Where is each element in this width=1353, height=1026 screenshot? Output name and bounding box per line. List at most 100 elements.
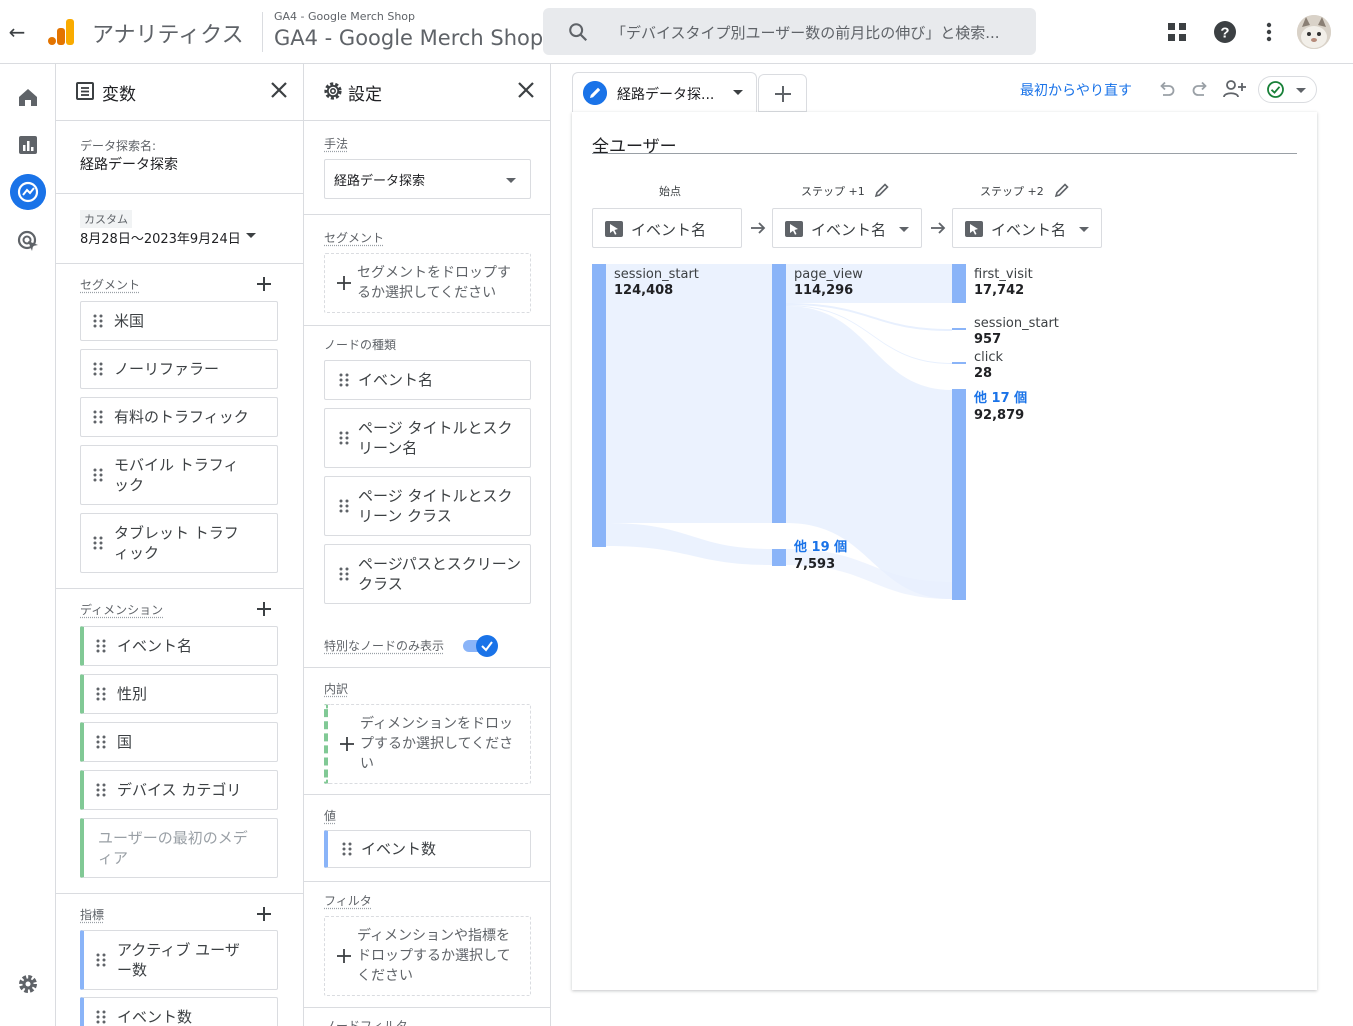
restart-button[interactable]: 最初からやり直す: [1020, 80, 1132, 100]
node-label-click[interactable]: click: [974, 350, 1003, 366]
drag-handle-icon[interactable]: [93, 314, 103, 328]
date-preset-label: カスタム: [80, 210, 132, 228]
drag-handle-icon[interactable]: [96, 735, 106, 749]
account-name[interactable]: GA4 - Google Merch Shop: [274, 10, 415, 23]
save-status-button[interactable]: [1258, 76, 1317, 103]
node-label-first-visit[interactable]: first_visit: [974, 267, 1033, 283]
property-selector[interactable]: GA4 - Google Merch Shop: [274, 26, 543, 50]
dimension-chip[interactable]: ユーザーの最初のメディア: [80, 818, 278, 878]
node-bar-click: [952, 362, 966, 364]
node-label-step2-session-start[interactable]: session_start: [974, 316, 1059, 332]
apps-grid-icon[interactable]: [1163, 18, 1191, 46]
breakdown-drop-text: ディメンションをドロップするか選択してください: [360, 716, 514, 772]
explore-icon[interactable]: [10, 174, 46, 210]
plus-icon: [775, 86, 791, 102]
drag-handle-icon[interactable]: [93, 410, 103, 424]
drag-handle-icon[interactable]: [93, 362, 103, 376]
segment-chip[interactable]: タブレット トラフィック: [80, 513, 278, 573]
technique-label: 手法: [324, 137, 349, 151]
segment-chip-label: 有料のトラフィック: [114, 408, 249, 426]
segment-chip[interactable]: ノーリファラー: [80, 349, 278, 389]
drag-handle-icon[interactable]: [339, 373, 349, 387]
tab-dropdown-icon[interactable]: [733, 90, 743, 95]
drag-handle-icon[interactable]: [339, 567, 349, 581]
node-label-step2-other[interactable]: 他 17 個: [974, 391, 1027, 407]
segment-chip[interactable]: モバイル トラフィック: [80, 445, 278, 505]
drag-handle-icon[interactable]: [342, 842, 352, 856]
segment-chip[interactable]: 有料のトラフィック: [80, 397, 278, 437]
share-add-person-icon[interactable]: [1222, 78, 1248, 100]
node-label-step1-other[interactable]: 他 19 個: [794, 540, 847, 556]
value-chip[interactable]: イベント数: [324, 830, 531, 868]
filter-drop-zone[interactable]: ディメンションや指標をドロップするか選択してください: [324, 916, 531, 996]
settings-gear-icon[interactable]: [14, 970, 42, 998]
dimension-chip[interactable]: 国: [80, 722, 278, 762]
advertising-icon[interactable]: [14, 227, 42, 255]
node-type-chip[interactable]: イベント名: [324, 360, 531, 400]
segments-section: セグメント 米国 ノーリファラー 有料のトラフィック モバイル トラフィック タ…: [56, 264, 303, 589]
search-placeholder[interactable]: 「デバイスタイプ別ユーザー数の前月比の伸び」と検索...: [611, 22, 1026, 43]
value-chip-label: イベント数: [361, 840, 437, 858]
drag-handle-icon[interactable]: [96, 639, 106, 653]
drag-handle-icon[interactable]: [339, 499, 349, 513]
drag-handle-icon[interactable]: [96, 783, 106, 797]
technique-value: 経路データ探索: [334, 174, 426, 189]
special-nodes-toggle[interactable]: [461, 635, 498, 657]
variables-panel: 変数 データ探索名: 経路データ探索 カスタム 8月28日～2023年9月24日…: [56, 64, 304, 1026]
dimension-chip[interactable]: イベント名: [80, 626, 278, 666]
values-section: 値 イベント数: [304, 795, 550, 882]
node-value-step1-other: 7,593: [794, 557, 836, 572]
segment-comparison-section: セグメント セグメントをドロップするか選択してください: [304, 215, 550, 326]
reports-icon[interactable]: [14, 131, 42, 159]
drag-handle-icon[interactable]: [93, 536, 103, 550]
drag-handle-icon[interactable]: [93, 468, 103, 482]
values-label: 値: [324, 809, 337, 823]
technique-select[interactable]: 経路データ探索: [324, 159, 531, 199]
exploration-name-input[interactable]: 経路データ探索: [80, 154, 178, 174]
add-tab-button[interactable]: [758, 74, 807, 112]
dimension-chip[interactable]: デバイス カテゴリ: [80, 770, 278, 810]
drag-handle-icon[interactable]: [96, 687, 106, 701]
help-icon[interactable]: ?: [1211, 18, 1239, 46]
add-dimension-plus-icon[interactable]: [255, 600, 273, 618]
node-value-start: 124,408: [614, 283, 674, 298]
node-type-chip[interactable]: ページ タイトルとスクリーン クラス: [324, 476, 531, 536]
node-label-start[interactable]: session_start: [614, 267, 699, 283]
breakdown-drop-zone[interactable]: ディメンションをドロップするか選択してください: [324, 704, 531, 784]
back-arrow-icon[interactable]: ←: [6, 18, 28, 46]
add-segment-plus-icon[interactable]: [255, 275, 273, 293]
metric-chip[interactable]: イベント数: [80, 997, 278, 1026]
undo-icon[interactable]: [1155, 78, 1177, 100]
dimensions-section: ディメンション イベント名 性別 国 デバイス カテゴリ ユーザーの最初のメディ…: [56, 589, 303, 894]
redo-icon[interactable]: [1190, 78, 1212, 100]
close-icon[interactable]: [269, 80, 289, 100]
node-label-page-view[interactable]: page_view: [794, 267, 863, 283]
add-metric-plus-icon[interactable]: [255, 905, 273, 923]
node-type-chip[interactable]: ページ タイトルとスクリーン名: [324, 408, 531, 468]
metrics-label: 指標: [80, 908, 105, 922]
node-type-section: ノードの種類 イベント名 ページ タイトルとスクリーン名 ページ タイトルとスク…: [304, 326, 550, 668]
more-vert-icon[interactable]: [1255, 18, 1283, 46]
segment-chip[interactable]: 米国: [80, 301, 278, 341]
segment-chip-label: モバイル トラフィック: [114, 456, 239, 494]
drag-handle-icon[interactable]: [96, 953, 106, 967]
search-box[interactable]: 「デバイスタイプ別ユーザー数の前月比の伸び」と検索...: [543, 8, 1036, 55]
analytics-logo-icon[interactable]: [46, 17, 76, 47]
drag-handle-icon[interactable]: [339, 431, 349, 445]
close-icon[interactable]: [516, 80, 536, 100]
node-type-label: イベント名: [358, 371, 434, 389]
account-avatar[interactable]: [1297, 15, 1331, 49]
plus-icon: [337, 276, 351, 290]
drag-handle-icon[interactable]: [96, 1010, 106, 1024]
date-dropdown-arrow-icon[interactable]: [246, 233, 256, 238]
dimension-chip-label: ユーザーの最初のメディア: [98, 829, 248, 867]
segment-drop-zone[interactable]: セグメントをドロップするか選択してください: [324, 253, 531, 313]
node-type-chip[interactable]: ページパスとスクリーン クラス: [324, 544, 531, 604]
home-icon[interactable]: [14, 83, 42, 111]
node-value-click: 28: [974, 366, 993, 381]
date-range-value[interactable]: 8月28日～2023年9月24日: [80, 228, 241, 247]
metric-chip[interactable]: アクティブ ユーザー数: [80, 930, 278, 990]
tab-path-exploration[interactable]: 経路データ探...: [572, 72, 757, 112]
segment-label: セグメント: [324, 231, 385, 245]
dimension-chip[interactable]: 性別: [80, 674, 278, 714]
